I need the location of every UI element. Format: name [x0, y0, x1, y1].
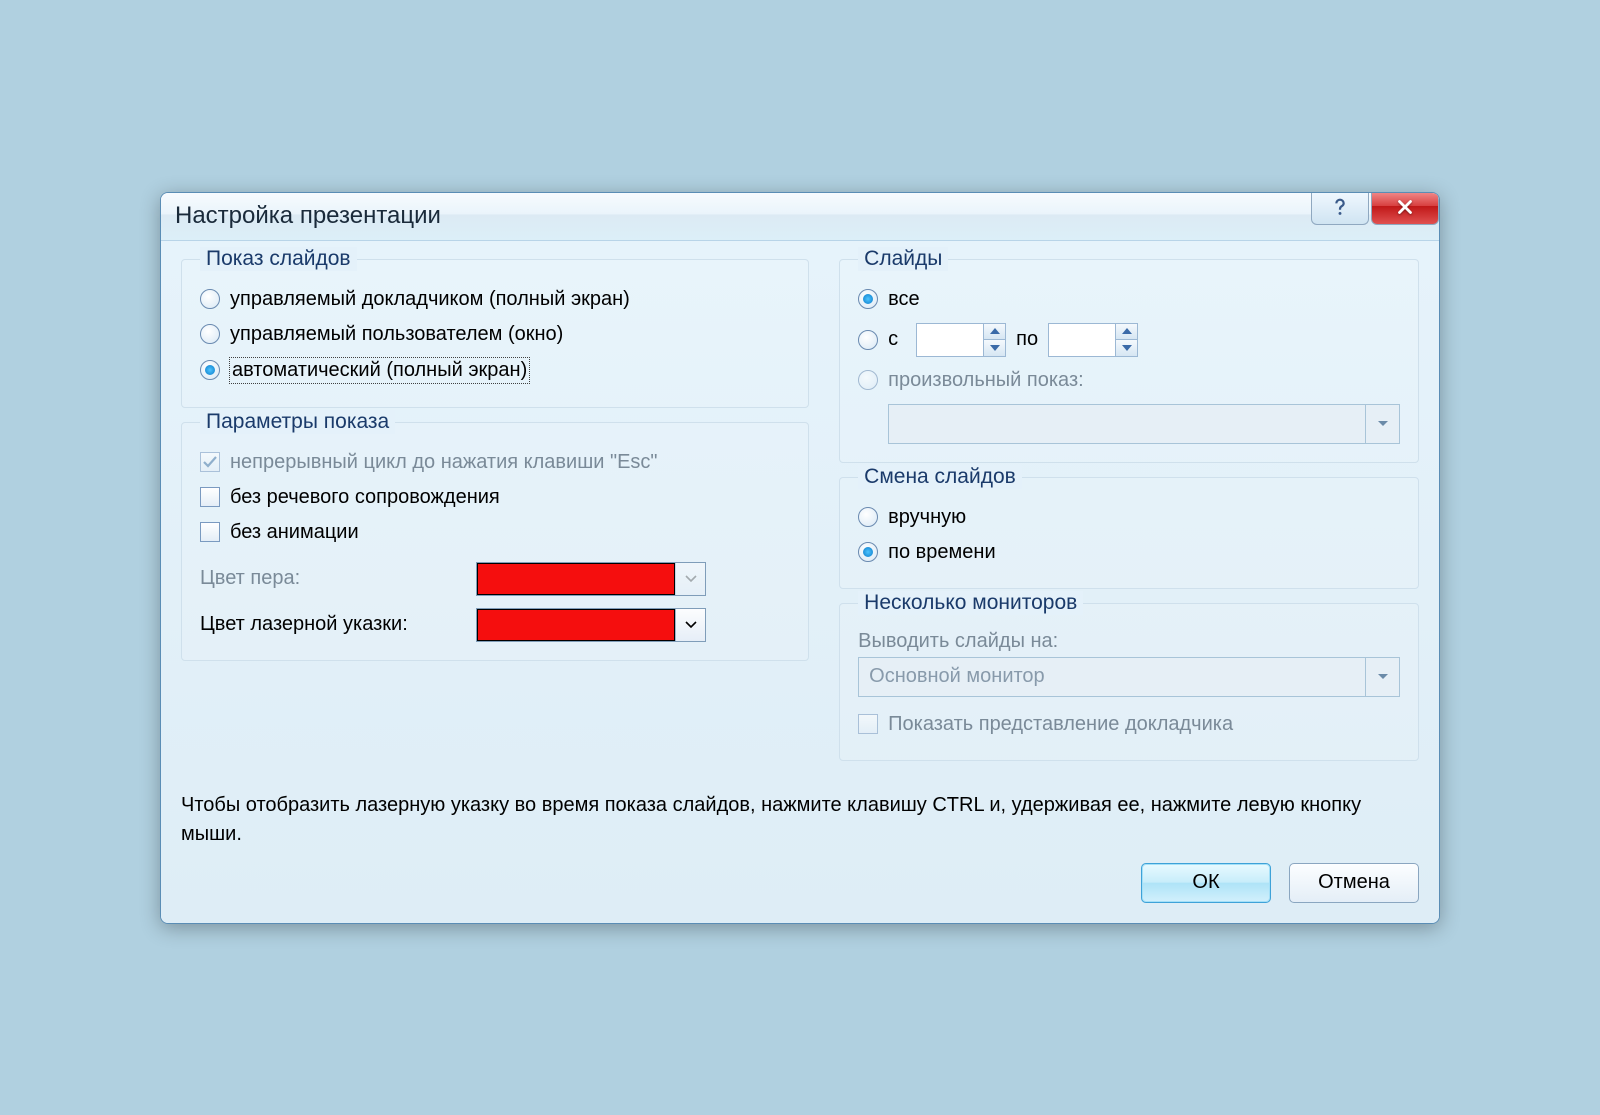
custom-show-combo — [888, 404, 1400, 444]
ok-button[interactable]: ОК — [1141, 863, 1271, 903]
dialog-content: Показ слайдов управляемый докладчиком (п… — [161, 241, 1439, 923]
hint-text: Чтобы отобразить лазерную указку во врем… — [181, 791, 1419, 849]
group-show-type: Показ слайдов управляемый докладчиком (п… — [181, 259, 809, 408]
checkbox-label: без анимации — [230, 521, 359, 544]
checkbox-label: без речевого сопровождения — [230, 486, 500, 509]
radio-custom-show: произвольный показ: — [858, 363, 1400, 398]
from-label: с — [888, 328, 906, 351]
cancel-button[interactable]: Отмена — [1289, 863, 1419, 903]
radio-icon — [858, 507, 878, 527]
radio-slides-range[interactable]: с по — [858, 317, 1400, 363]
radio-label: произвольный показ: — [888, 369, 1084, 392]
radio-label: управляемый пользователем (окно) — [230, 323, 563, 346]
checkbox-icon — [858, 714, 878, 734]
radio-slides-all[interactable]: все — [858, 282, 1400, 317]
group-title-show-type: Показ слайдов — [200, 247, 357, 271]
chevron-down-icon — [1365, 658, 1399, 696]
laser-color-swatch — [477, 609, 675, 641]
radio-icon — [858, 289, 878, 309]
checkbox-presenter-view: Показать представление докладчика — [858, 707, 1400, 742]
combo-value: Основной монитор — [869, 665, 1045, 688]
checkbox-label: непрерывный цикл до нажатия клавиши "Esc… — [230, 451, 658, 474]
window-title: Настройка презентации — [175, 202, 441, 230]
titlebar[interactable]: Настройка презентации — [161, 193, 1439, 241]
radio-icon — [200, 360, 220, 380]
help-button[interactable] — [1311, 192, 1369, 225]
group-monitors: Несколько мониторов Выводить слайды на: … — [839, 603, 1419, 761]
group-title-show-options: Параметры показа — [200, 410, 395, 434]
radio-presenter[interactable]: управляемый докладчиком (полный экран) — [200, 282, 790, 317]
to-spinner[interactable] — [1048, 323, 1138, 357]
radio-icon — [858, 542, 878, 562]
dialog-window: Настройка презентации Показ слайдов упра… — [160, 192, 1440, 924]
group-show-options: Параметры показа непрерывный цикл до наж… — [181, 422, 809, 661]
radio-kiosk[interactable]: автоматический (полный экран) — [200, 352, 790, 389]
chevron-down-icon — [675, 563, 705, 595]
spin-up-icon[interactable] — [983, 324, 1005, 341]
checkbox-no-animation[interactable]: без анимации — [200, 515, 790, 550]
pen-color-swatch — [477, 563, 675, 595]
from-spinner[interactable] — [916, 323, 1006, 357]
display-on-label: Выводить слайды на: — [858, 626, 1400, 657]
checkbox-label: Показать представление докладчика — [888, 713, 1233, 736]
pen-color-label: Цвет пера: — [200, 567, 458, 590]
laser-color-combo[interactable] — [476, 608, 706, 642]
to-label: по — [1016, 328, 1038, 351]
pen-color-combo — [476, 562, 706, 596]
chevron-down-icon[interactable] — [675, 609, 705, 641]
group-title-slides: Слайды — [858, 247, 948, 271]
checkbox-icon — [200, 452, 220, 472]
checkbox-icon — [200, 487, 220, 507]
checkbox-icon — [200, 522, 220, 542]
spin-down-icon[interactable] — [1115, 340, 1137, 356]
group-advance: Смена слайдов вручную по времени — [839, 477, 1419, 589]
monitor-combo: Основной монитор — [858, 657, 1400, 697]
radio-browser[interactable]: управляемый пользователем (окно) — [200, 317, 790, 352]
close-button[interactable] — [1371, 192, 1439, 225]
radio-advance-timings[interactable]: по времени — [858, 535, 1400, 570]
radio-advance-manual[interactable]: вручную — [858, 500, 1400, 535]
radio-icon — [858, 330, 878, 350]
laser-color-label: Цвет лазерной указки: — [200, 613, 458, 636]
checkbox-no-narration[interactable]: без речевого сопровождения — [200, 480, 790, 515]
radio-label: вручную — [888, 506, 966, 529]
radio-label: автоматический (полный экран) — [230, 358, 529, 383]
radio-label: все — [888, 288, 920, 311]
spin-up-icon[interactable] — [1115, 324, 1137, 341]
group-title-advance: Смена слайдов — [858, 465, 1022, 489]
group-slides: Слайды все с — [839, 259, 1419, 463]
group-title-monitors: Несколько мониторов — [858, 591, 1083, 615]
radio-label: управляемый докладчиком (полный экран) — [230, 288, 630, 311]
radio-label: по времени — [888, 541, 995, 564]
checkbox-loop: непрерывный цикл до нажатия клавиши "Esc… — [200, 445, 790, 480]
pen-color-row: Цвет пера: — [200, 562, 790, 596]
close-icon — [1394, 196, 1416, 218]
spin-down-icon[interactable] — [983, 340, 1005, 356]
laser-color-row: Цвет лазерной указки: — [200, 608, 790, 642]
radio-icon — [200, 289, 220, 309]
help-icon — [1329, 196, 1351, 218]
radio-icon — [858, 370, 878, 390]
radio-icon — [200, 324, 220, 344]
chevron-down-icon — [1365, 405, 1399, 443]
